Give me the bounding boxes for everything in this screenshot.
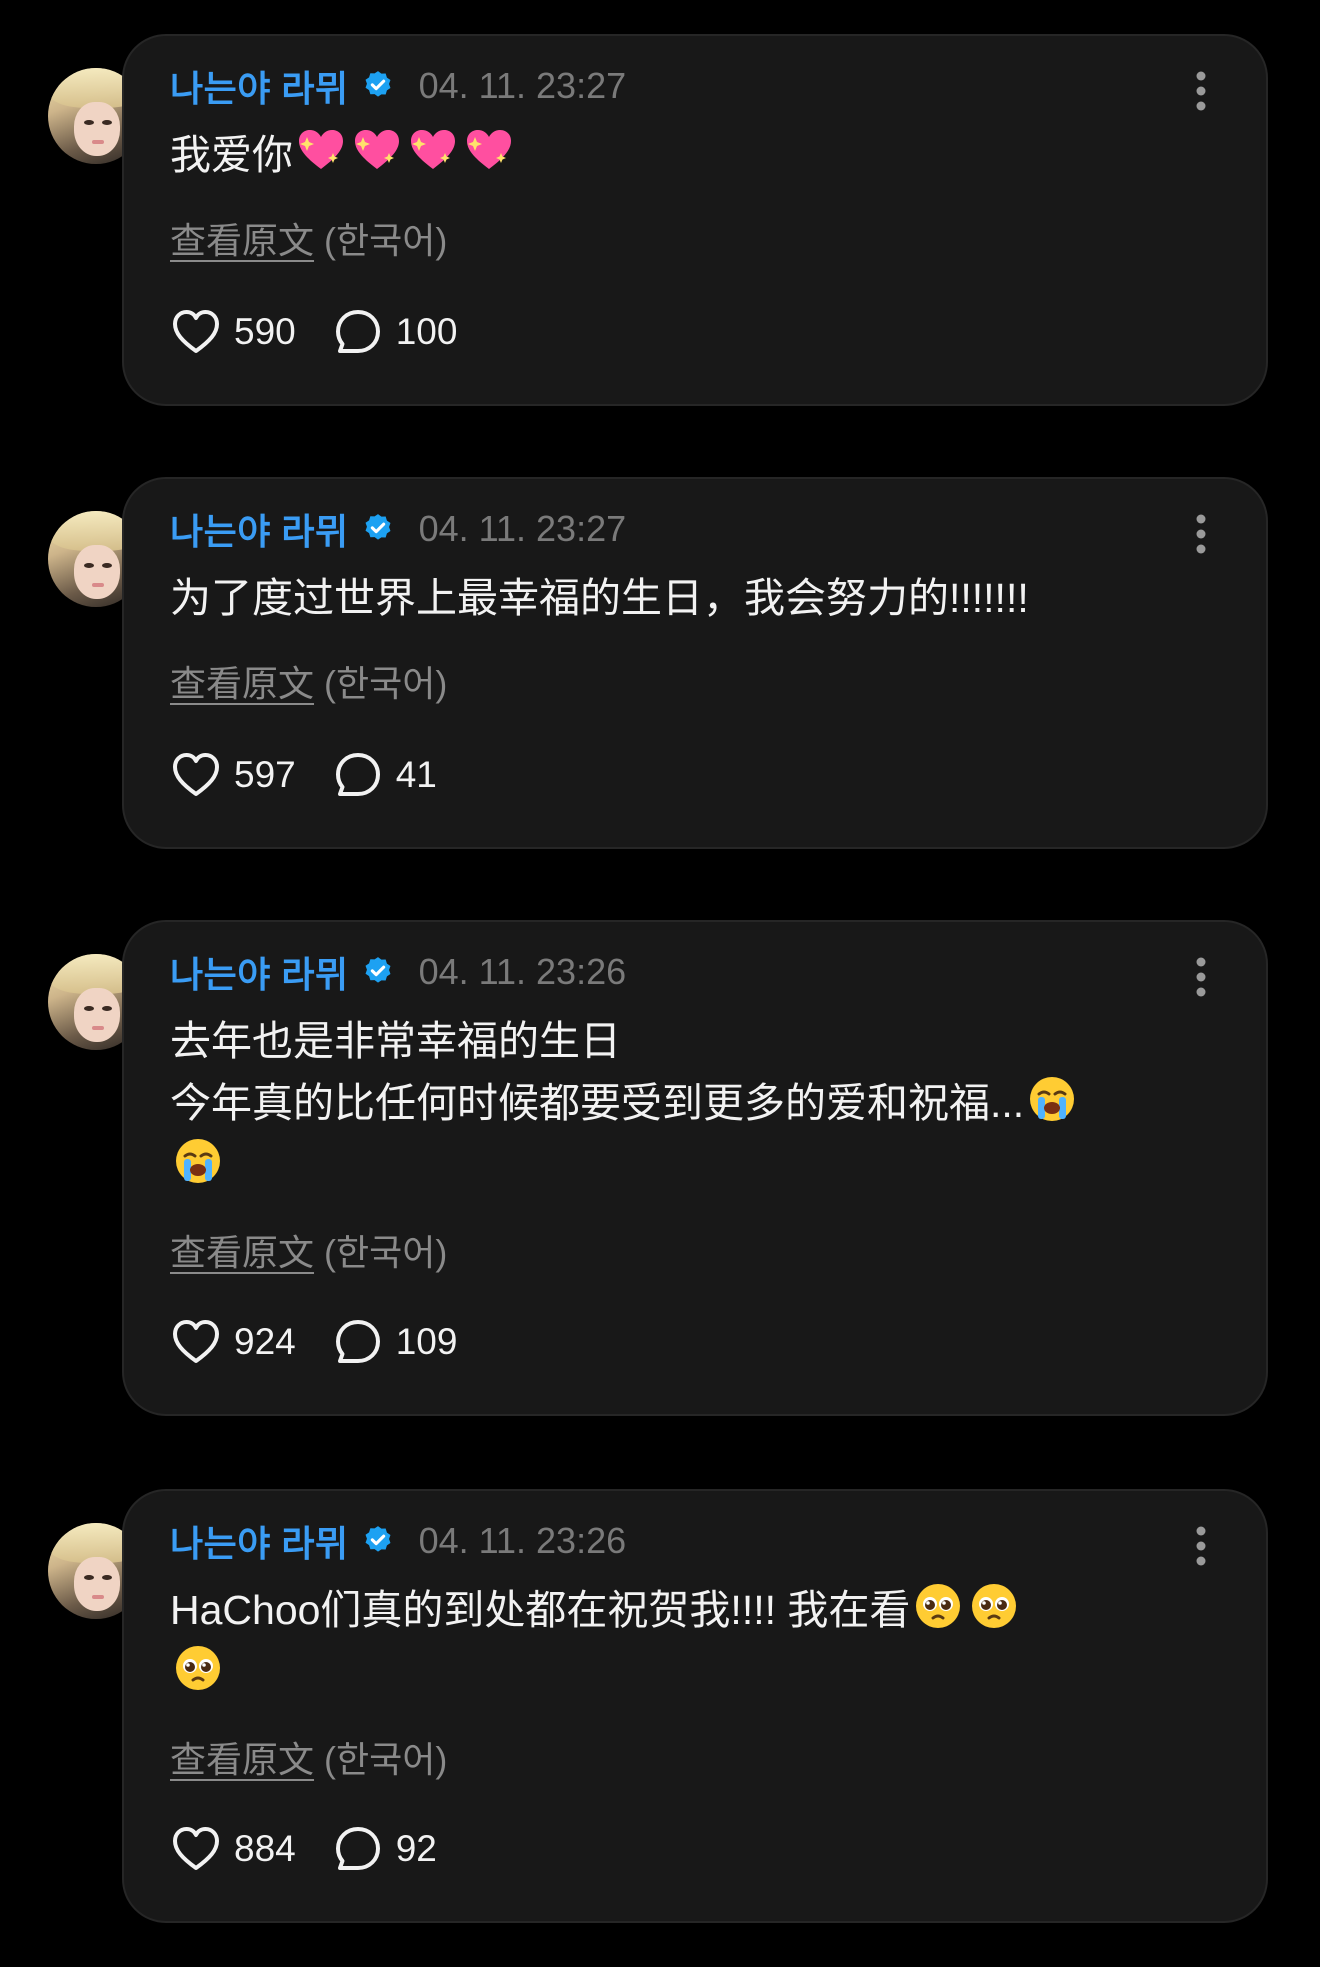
post-date: 04. 11. 23:27	[418, 508, 627, 549]
post-header: 나는야 라뮈 04. 11. 23:27	[170, 62, 626, 110]
more-options-icon[interactable]	[1194, 513, 1208, 555]
comment-button[interactable]: 41	[332, 749, 437, 801]
translate-toggle: 查看原文 (한국어)	[170, 1731, 447, 1783]
post-text: 去年也是非常幸福的生日 今年真的比任何时候都要受到更多的爱和祝福...	[170, 1010, 1210, 1196]
verified-badge-icon	[365, 71, 391, 97]
post-header: 나는야 라뮈 04. 11. 23:26	[170, 948, 626, 996]
verified-badge-icon	[365, 514, 391, 540]
sparkling-heart-icon	[299, 130, 343, 169]
post-card[interactable]: 나는야 라뮈 04. 11. 23:27 我爱你 查看原文 (한국어) 590 …	[122, 34, 1268, 406]
post-text-line: 去年也是非常幸福的生日	[170, 1018, 621, 1064]
post-header: 나는야 라뮈 04. 11. 23:27	[170, 505, 626, 553]
view-original-link[interactable]: 查看原文	[170, 1739, 314, 1780]
like-count: 597	[234, 754, 296, 795]
post-date: 04. 11. 23:26	[418, 951, 627, 992]
loudly-crying-face-icon	[1030, 1077, 1075, 1121]
post-card[interactable]: 나는야 라뮈 04. 11. 23:27 为了度过世界上最幸福的生日，我会努力的…	[122, 477, 1268, 849]
post-text-line: 为了度过世界上最幸福的生日，我会努力的!!!!!!!	[170, 575, 1029, 621]
post-text-line: HaChoo们真的到处都在祝贺我!!!! 我在看	[170, 1587, 911, 1633]
post-card[interactable]: 나는야 라뮈 04. 11. 23:26 去年也是非常幸福的生日 今年真的比任何…	[122, 920, 1268, 1416]
like-button[interactable]: 597	[170, 749, 296, 801]
translate-toggle: 查看原文 (한국어)	[170, 655, 447, 707]
translate-toggle: 查看原文 (한국어)	[170, 212, 447, 264]
like-count: 924	[234, 1321, 296, 1362]
post-date: 04. 11. 23:27	[418, 65, 627, 106]
pleading-face-icon	[972, 1584, 1017, 1628]
comment-bubble-icon	[335, 1320, 380, 1363]
post-card[interactable]: 나는야 라뮈 04. 11. 23:26 HaChoo们真的到处都在祝贺我!!!…	[122, 1489, 1268, 1923]
view-original-link[interactable]: 查看原文	[170, 1232, 314, 1273]
comment-bubble-icon	[335, 1827, 380, 1870]
comment-count: 109	[395, 1321, 458, 1362]
author-name[interactable]: 나는야 라뮈	[170, 503, 349, 555]
original-language-label: (한국어)	[324, 1739, 448, 1780]
comment-button[interactable]: 92	[332, 1823, 437, 1875]
verified-badge-icon	[365, 957, 391, 983]
original-language-label: (한국어)	[324, 663, 448, 704]
comment-bubble-icon	[335, 753, 380, 796]
heart-icon	[173, 310, 219, 353]
view-original-link[interactable]: 查看原文	[170, 663, 314, 704]
comment-button[interactable]: 100	[332, 306, 458, 358]
post-text: HaChoo们真的到处都在祝贺我!!!! 我在看	[170, 1579, 1210, 1703]
comment-feed: 나는야 라뮈 04. 11. 23:27 我爱你 查看原文 (한국어) 590 …	[0, 0, 1320, 1967]
post: 나는야 라뮈 04. 11. 23:27 我爱你 查看原文 (한국어) 590 …	[0, 34, 1320, 406]
like-button[interactable]: 924	[170, 1316, 296, 1368]
comment-button[interactable]: 109	[332, 1316, 458, 1368]
post: 나는야 라뮈 04. 11. 23:26 去年也是非常幸福的生日 今年真的比任何…	[0, 920, 1320, 1416]
like-button[interactable]: 590	[170, 306, 296, 358]
post-text-line: 我爱你	[170, 132, 293, 178]
post-actions: 924 109	[170, 1314, 493, 1370]
author-name[interactable]: 나는야 라뮈	[170, 946, 349, 998]
post-actions: 597 41	[170, 747, 473, 803]
author-name[interactable]: 나는야 라뮈	[170, 60, 349, 112]
original-language-label: (한국어)	[324, 1232, 448, 1273]
post-actions: 884 92	[170, 1821, 473, 1877]
author-name[interactable]: 나는야 라뮈	[170, 1515, 349, 1567]
more-options-icon[interactable]	[1194, 70, 1208, 112]
pleading-face-icon	[176, 1646, 220, 1690]
post-text: 为了度过世界上最幸福的生日，我会努力的!!!!!!!	[170, 567, 1210, 629]
translate-toggle: 查看原文 (한국어)	[170, 1224, 447, 1276]
post: 나는야 라뮈 04. 11. 23:26 HaChoo们真的到处都在祝贺我!!!…	[0, 1489, 1320, 1923]
like-count: 884	[234, 1828, 296, 1869]
comment-count: 100	[395, 311, 458, 352]
pleading-face-icon	[916, 1584, 961, 1628]
post-text: 我爱你	[170, 124, 1210, 186]
heart-icon	[173, 753, 219, 796]
comment-count: 92	[395, 1828, 437, 1869]
like-button[interactable]: 884	[170, 1823, 296, 1875]
post-header: 나는야 라뮈 04. 11. 23:26	[170, 1517, 626, 1565]
sparkling-heart-icon	[411, 130, 455, 169]
more-options-icon[interactable]	[1194, 956, 1208, 998]
more-options-icon[interactable]	[1194, 1525, 1208, 1567]
comment-count: 41	[395, 754, 437, 795]
like-count: 590	[234, 311, 296, 352]
sparkling-heart-icon	[355, 130, 399, 169]
heart-icon	[173, 1320, 219, 1363]
post-date: 04. 11. 23:26	[418, 1520, 627, 1561]
comment-bubble-icon	[335, 310, 380, 353]
loudly-crying-face-icon	[176, 1139, 220, 1183]
view-original-link[interactable]: 查看原文	[170, 220, 314, 261]
post: 나는야 라뮈 04. 11. 23:27 为了度过世界上最幸福的生日，我会努力的…	[0, 477, 1320, 849]
sparkling-heart-icon	[467, 130, 511, 169]
post-actions: 590 100	[170, 304, 493, 360]
original-language-label: (한국어)	[324, 220, 448, 261]
verified-badge-icon	[365, 1526, 391, 1552]
post-text-line: 今年真的比任何时候都要受到更多的爱和祝福...	[170, 1080, 1025, 1126]
heart-icon	[173, 1827, 219, 1870]
